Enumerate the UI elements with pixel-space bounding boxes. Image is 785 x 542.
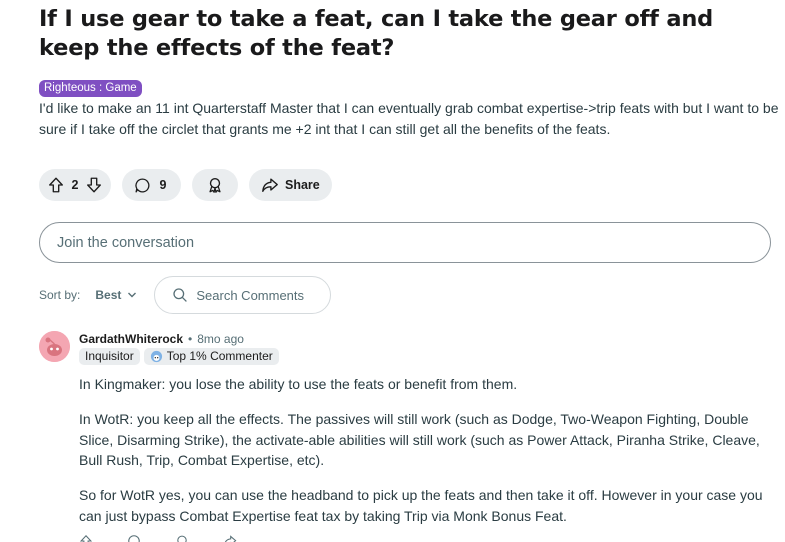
top-commenter-icon <box>150 350 162 363</box>
award-ribbon-icon <box>206 176 224 194</box>
comment-paragraph: In Kingmaker: you lose the ability to us… <box>79 376 518 392</box>
join-conversation-input[interactable]: Join the conversation <box>39 222 771 263</box>
share-arrow-icon[interactable] <box>223 534 237 542</box>
comment-paragraph: In WotR: you keep all the effects. The p… <box>79 411 760 468</box>
comment-author[interactable]: GardathWhiterock <box>79 332 183 346</box>
vote-group: 2 <box>39 169 111 201</box>
sort-value: Best <box>95 288 122 302</box>
post-body: I'd like to make an 11 int Quarterstaff … <box>39 100 779 137</box>
comment-body: In Kingmaker: you lose the ability to us… <box>79 374 769 541</box>
speech-bubble-icon <box>134 177 151 194</box>
search-placeholder: Search Comments <box>196 287 305 303</box>
upvote-icon[interactable] <box>47 176 65 194</box>
award-button[interactable] <box>192 169 238 201</box>
share-button[interactable]: Share <box>249 169 332 201</box>
post-flair[interactable]: Righteous : Game <box>39 80 142 97</box>
comment-paragraph: So for WotR yes, you can use the headban… <box>79 487 763 524</box>
meta-separator: • <box>188 332 193 346</box>
sort-label: Sort by: <box>39 288 81 302</box>
post-action-bar: 2 9 Share <box>39 169 332 201</box>
snoo-avatar-icon <box>39 331 70 362</box>
post-title: If I use gear to take a feat, can I take… <box>39 6 714 61</box>
vote-score: 2 <box>71 178 79 192</box>
comments-button[interactable]: 9 <box>122 169 181 201</box>
comments-count: 9 <box>159 178 167 192</box>
avatar[interactable] <box>39 331 70 362</box>
sort-dropdown[interactable]: Best <box>95 288 137 302</box>
search-comments-input[interactable]: Search Comments <box>154 276 332 314</box>
comment-meta: GardathWhiterock • 8mo ago <box>79 331 244 347</box>
comment-action-bar <box>79 534 379 542</box>
share-arrow-icon <box>261 176 279 194</box>
user-flair: Inquisitor <box>79 348 140 365</box>
comment-sort-bar: Sort by: Best Search Comments <box>39 276 332 314</box>
speech-bubble-icon[interactable] <box>127 534 141 542</box>
search-icon <box>173 288 188 302</box>
downvote-icon[interactable] <box>85 176 103 194</box>
top-commenter-badge: Top 1% Commenter <box>143 348 279 365</box>
comment-age: 8mo ago <box>197 332 244 346</box>
award-ribbon-icon[interactable] <box>175 534 189 542</box>
badge-label: Top 1% Commenter <box>166 349 273 363</box>
share-label: Share <box>285 178 320 192</box>
upvote-icon[interactable] <box>79 534 93 542</box>
join-placeholder: Join the conversation <box>57 234 195 251</box>
chevron-down-icon <box>128 292 137 298</box>
comment-badges: Inquisitor Top 1% Commenter <box>79 348 279 365</box>
